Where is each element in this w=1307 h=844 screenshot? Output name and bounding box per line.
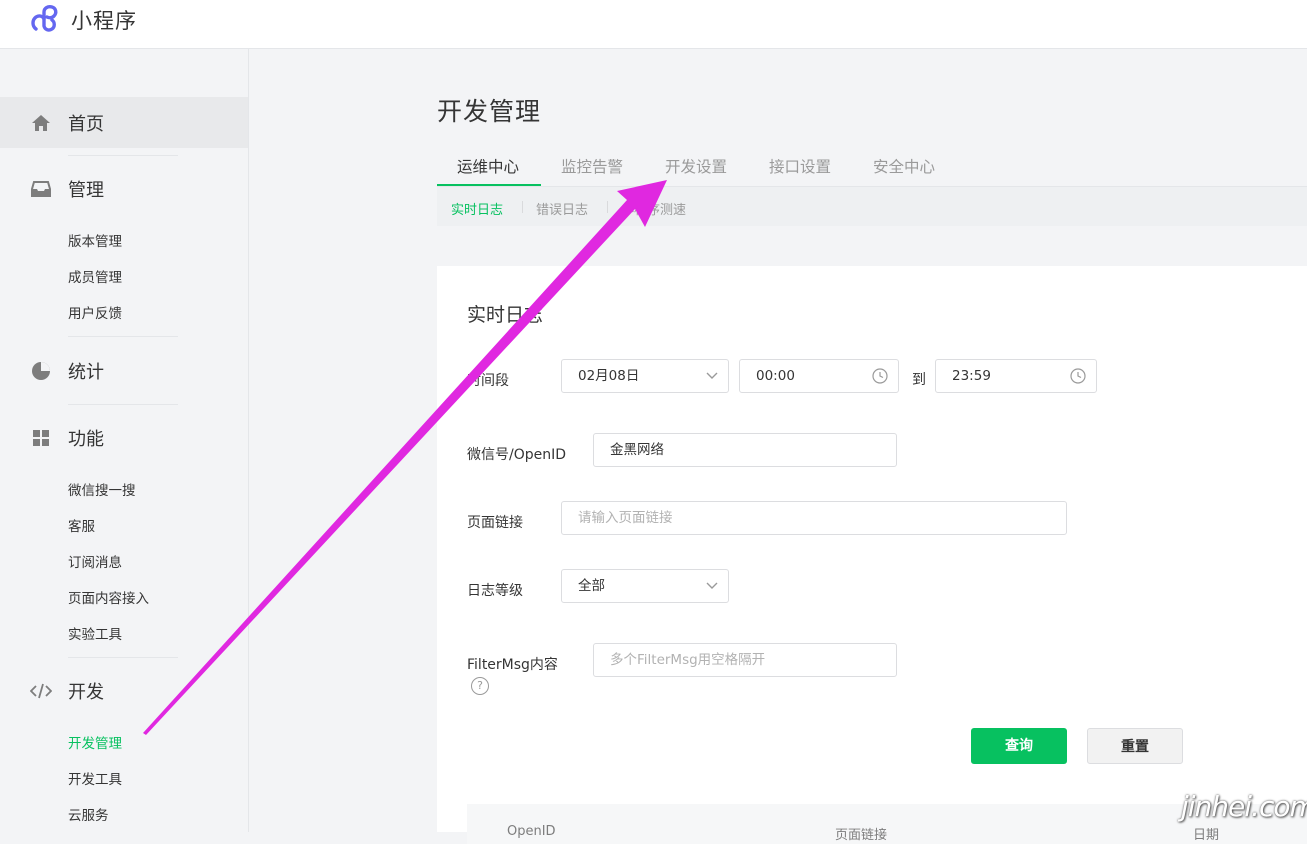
sidebar-home-label: 首页 bbox=[68, 114, 104, 135]
filtermsg-input[interactable]: 多个FilterMsg用空格隔开 bbox=[593, 643, 897, 677]
end-time-value: 23:59 bbox=[952, 368, 991, 384]
pie-chart-icon bbox=[30, 360, 52, 382]
subtab-realtime-log[interactable]: 实时日志 bbox=[451, 199, 503, 218]
openid-value: 金黑网络 bbox=[610, 442, 664, 458]
to-label: 到 bbox=[912, 372, 926, 388]
subtab-bar: 实时日志 错误日志 小程序测速 bbox=[437, 187, 1307, 226]
filtermsg-label: FilterMsg内容 bbox=[467, 657, 558, 673]
sidebar-item-customer-service[interactable]: 客服 bbox=[68, 515, 95, 535]
openid-input[interactable]: 金黑网络 bbox=[593, 433, 897, 467]
query-button[interactable]: 查询 bbox=[971, 728, 1067, 764]
sidebar: 首页 管理 版本管理 成员管理 用户反馈 统计 功能 微信搜一搜 客服 订阅消息… bbox=[0, 49, 249, 832]
inbox-icon bbox=[30, 178, 52, 200]
time-range-label: 时间段 bbox=[467, 373, 509, 389]
date-value: 02月08日 bbox=[578, 368, 640, 384]
sidebar-manage[interactable]: 管理 bbox=[30, 177, 104, 201]
sidebar-item-feedback[interactable]: 用户反馈 bbox=[68, 302, 122, 322]
tab-monitor-alert[interactable]: 监控告警 bbox=[561, 155, 623, 177]
watermark: jinhei.com bbox=[1181, 790, 1307, 823]
top-header: 小程序 bbox=[0, 0, 1307, 49]
tab-bar: 运维中心 监控告警 开发设置 接口设置 安全中心 bbox=[437, 150, 1307, 187]
log-level-label: 日志等级 bbox=[467, 583, 523, 599]
mini-program-logo-icon[interactable] bbox=[31, 4, 63, 34]
help-icon[interactable]: ? bbox=[471, 677, 489, 695]
tab-dev-settings[interactable]: 开发设置 bbox=[665, 155, 727, 177]
sidebar-manage-label: 管理 bbox=[68, 180, 104, 201]
tab-security-center[interactable]: 安全中心 bbox=[873, 155, 935, 177]
subtab-error-log[interactable]: 错误日志 bbox=[536, 199, 588, 218]
sidebar-item-subscription[interactable]: 订阅消息 bbox=[68, 551, 122, 571]
tab-ops-center[interactable]: 运维中心 bbox=[457, 155, 519, 177]
tab-active-indicator bbox=[437, 184, 541, 186]
sidebar-home[interactable]: 首页 bbox=[30, 111, 104, 135]
sidebar-item-page-content[interactable]: 页面内容接入 bbox=[68, 587, 149, 607]
sidebar-features[interactable]: 功能 bbox=[30, 426, 104, 450]
sidebar-item-experiment[interactable]: 实验工具 bbox=[68, 623, 122, 643]
chevron-down-icon bbox=[706, 570, 718, 602]
sidebar-divider bbox=[68, 657, 178, 658]
sidebar-item-wechat-search[interactable]: 微信搜一搜 bbox=[68, 479, 136, 499]
app-name: 小程序 bbox=[71, 9, 137, 33]
sidebar-divider bbox=[68, 155, 178, 156]
page-link-placeholder: 请输入页面链接 bbox=[578, 510, 673, 526]
clock-icon bbox=[872, 360, 888, 392]
sidebar-features-label: 功能 bbox=[68, 429, 104, 450]
realtime-log-panel: 实时日志 时间段 02月08日 00:00 到 23:59 微信号/OpenID… bbox=[437, 266, 1307, 844]
end-time-picker[interactable]: 23:59 bbox=[935, 359, 1097, 393]
sidebar-item-members[interactable]: 成员管理 bbox=[68, 266, 122, 286]
sidebar-divider bbox=[68, 336, 178, 337]
sidebar-item-cloud[interactable]: 云服务 bbox=[68, 804, 109, 824]
clock-icon bbox=[1070, 360, 1086, 392]
sidebar-stats-label: 统计 bbox=[68, 362, 104, 383]
code-icon bbox=[30, 680, 52, 702]
chevron-down-icon bbox=[706, 360, 718, 392]
subtab-speed-test[interactable]: 小程序测速 bbox=[621, 199, 686, 218]
tab-api-settings[interactable]: 接口设置 bbox=[769, 155, 831, 177]
grid-icon bbox=[30, 427, 52, 449]
subtab-separator bbox=[607, 201, 608, 213]
table-header-date[interactable]: 日期 bbox=[1193, 824, 1219, 843]
sidebar-dev[interactable]: 开发 bbox=[30, 679, 104, 703]
reset-button[interactable]: 重置 bbox=[1087, 728, 1183, 764]
subtab-separator bbox=[522, 201, 523, 213]
page-link-label: 页面链接 bbox=[467, 515, 523, 531]
sidebar-item-version[interactable]: 版本管理 bbox=[68, 230, 122, 250]
sidebar-dev-label: 开发 bbox=[68, 682, 104, 703]
start-time-value: 00:00 bbox=[756, 368, 795, 384]
start-time-picker[interactable]: 00:00 bbox=[739, 359, 899, 393]
sidebar-divider bbox=[68, 404, 178, 405]
date-select[interactable]: 02月08日 bbox=[561, 359, 729, 393]
sidebar-item-dev-manage[interactable]: 开发管理 bbox=[68, 732, 122, 752]
page-title: 开发管理 bbox=[437, 97, 542, 126]
openid-label: 微信号/OpenID bbox=[467, 447, 567, 463]
sidebar-stats[interactable]: 统计 bbox=[30, 359, 104, 383]
filtermsg-placeholder: 多个FilterMsg用空格隔开 bbox=[610, 652, 766, 668]
log-level-value: 全部 bbox=[578, 578, 605, 594]
sidebar-item-dev-tools[interactable]: 开发工具 bbox=[68, 768, 122, 788]
panel-title: 实时日志 bbox=[467, 304, 544, 326]
page-link-input[interactable]: 请输入页面链接 bbox=[561, 501, 1067, 535]
table-header-page-link[interactable]: 页面链接 bbox=[835, 824, 887, 843]
home-icon bbox=[30, 112, 52, 134]
log-level-select[interactable]: 全部 bbox=[561, 569, 729, 603]
